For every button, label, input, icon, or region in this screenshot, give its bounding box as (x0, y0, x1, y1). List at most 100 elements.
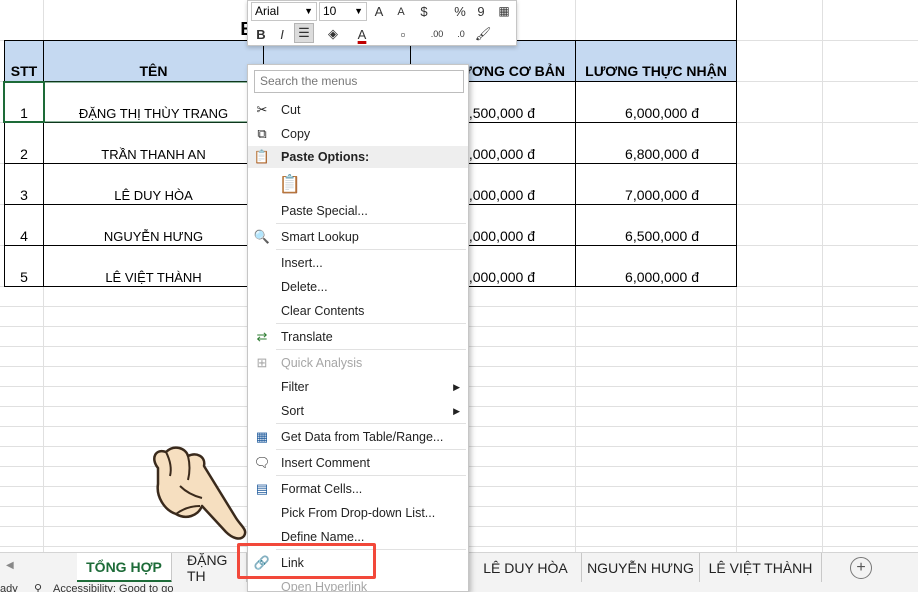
cell-luong-thuc-nhan[interactable]: 7,000,000 đ (576, 175, 736, 215)
add-sheet-button[interactable]: + (850, 557, 872, 579)
cell-ten[interactable]: NGUYỄN HƯNG (44, 216, 263, 256)
decrease-font-icon[interactable]: A (394, 4, 408, 20)
cell-luong-thuc-nhan[interactable]: 6,000,000 đ (576, 93, 736, 133)
percent-icon[interactable]: % (452, 3, 468, 19)
menu-item-translate[interactable]: ⇄ Translate (248, 325, 468, 349)
mini-toolbar: Arial ▼ 10 ▼ A A $ % 9 ▦ B I ☰ ◈ A ▫ .00… (247, 0, 517, 46)
cell-luong-thuc-nhan[interactable]: 6,000,000 đ (576, 257, 736, 297)
menu-item-label: Paste Special... (281, 204, 368, 218)
accessibility-status[interactable]: Accessibility: Good to go (53, 582, 173, 592)
menu-separator (276, 249, 466, 250)
cell-ten[interactable]: LÊ VIỆT THÀNH (44, 257, 263, 297)
format-cells-icon: ▤ (255, 481, 269, 496)
header-stt: STT (10, 63, 38, 79)
font-color-icon[interactable]: A (354, 25, 370, 43)
fill-color-icon[interactable]: ◈ (320, 25, 346, 43)
menu-item-smart-lookup[interactable]: 🔍 Smart Lookup (248, 225, 468, 249)
chevron-down-icon: ▼ (354, 6, 363, 16)
align-center-button[interactable]: ☰ (294, 23, 314, 43)
menu-item-label: Insert... (281, 256, 323, 270)
tab-le-duy-hoa[interactable]: LÊ DUY HÒA (470, 553, 582, 583)
tab-le-viet-thanh[interactable]: LÊ VIỆT THÀNH (700, 553, 822, 583)
pointing-hand-icon (153, 446, 247, 540)
menu-item-get-data[interactable]: ▦ Get Data from Table/Range... (248, 425, 468, 449)
bold-button[interactable]: B (253, 25, 269, 43)
cell-luong-thuc-nhan[interactable]: 6,800,000 đ (576, 134, 736, 174)
menu-separator (276, 423, 466, 424)
menu-item-label: Quick Analysis (281, 356, 363, 370)
menu-separator (276, 449, 466, 450)
tab-nguyen-hung[interactable]: NGUYỄN HƯNG (582, 553, 700, 583)
cell-ten[interactable]: ĐẶNG THỊ THÙY TRANG (44, 93, 263, 133)
tab-dang-thi[interactable]: ĐẶNG TH (172, 552, 247, 584)
menu-item-clear-contents[interactable]: Clear Contents (248, 299, 468, 323)
cell-stt[interactable]: 1 (4, 93, 44, 133)
menu-item-delete[interactable]: Delete... (248, 275, 468, 299)
italic-button[interactable]: I (274, 25, 290, 43)
menu-item-quick-analysis: ⊞ Quick Analysis (248, 351, 468, 375)
menu-item-sort[interactable]: Sort ▶ (248, 399, 468, 423)
menu-item-cut[interactable]: ✂ Cut (248, 98, 468, 122)
search-menus-input[interactable]: Search the menus (254, 70, 464, 93)
cell-stt[interactable]: 3 (4, 175, 44, 215)
cell-stt[interactable]: 4 (4, 216, 44, 256)
font-name-value: Arial (255, 4, 280, 18)
menu-item-label: Open Hyperlink (281, 580, 368, 592)
cell-ten[interactable]: TRẦN THANH AN (44, 134, 263, 174)
menu-item-format-cells[interactable]: ▤ Format Cells... (248, 477, 468, 501)
cell-stt[interactable]: 2 (4, 134, 44, 174)
format-table-icon[interactable]: ▦ (496, 3, 512, 19)
menu-item-label: Pick From Drop-down List... (281, 506, 436, 520)
menu-item-label: Define Name... (281, 530, 365, 544)
menu-item-copy[interactable]: ⧉ Copy (248, 122, 468, 146)
font-name-box[interactable]: Arial ▼ (251, 2, 317, 21)
font-size-box[interactable]: 10 ▼ (319, 2, 367, 21)
cell-stt[interactable]: 5 (4, 257, 44, 297)
decrease-decimal-icon[interactable]: .0 (452, 25, 470, 43)
menu-item-label: Translate (281, 330, 333, 344)
chevron-right-icon: ▶ (453, 405, 460, 416)
menu-separator (276, 323, 466, 324)
accessibility-icon: ⚲ (34, 583, 43, 592)
chevron-down-icon: ▼ (304, 6, 313, 16)
link-highlight-box (237, 543, 376, 579)
comment-icon: 🗨 (253, 455, 271, 470)
context-menu: Search the menus ✂ Cut ⧉ Copy 📋 Paste Optio… (247, 64, 469, 592)
status-ready: ady (0, 583, 18, 592)
header-luong-thuc-nhan: LƯƠNG THỰC NHẬN (585, 63, 727, 79)
menu-item-filter[interactable]: Filter ▶ (248, 375, 468, 399)
table-icon: ▦ (255, 429, 269, 444)
header-ten: TÊN (139, 63, 168, 79)
menu-item-label: Get Data from Table/Range... (281, 430, 444, 444)
borders-icon[interactable]: ▫ (394, 25, 412, 43)
search-icon: 🔍 (253, 229, 271, 244)
menu-item-label: Paste Options: (281, 150, 370, 164)
cell-luong-thuc-nhan[interactable]: 6,500,000 đ (576, 216, 736, 256)
menu-item-label: Delete... (281, 280, 328, 294)
menu-item-label: Cut (281, 103, 301, 117)
menu-item-insert[interactable]: Insert... (248, 251, 468, 275)
increase-font-icon[interactable]: A (372, 3, 386, 19)
menu-item-insert-comment[interactable]: 🗨 Insert Comment (248, 451, 468, 475)
menu-item-label: Clear Contents (281, 304, 365, 318)
scroll-left-icon[interactable]: ◀ (6, 560, 14, 571)
paste-button[interactable]: 📋 (279, 171, 301, 197)
menu-item-label: Insert Comment (281, 456, 370, 470)
cell-ten[interactable]: LÊ DUY HÒA (44, 175, 263, 215)
currency-icon[interactable]: $ (417, 3, 431, 19)
menu-item-paste-special[interactable]: Paste Special... (248, 199, 468, 223)
font-size-value: 10 (323, 4, 337, 18)
menu-item-label: Copy (281, 127, 311, 141)
quick-analysis-icon: ⊞ (256, 355, 268, 370)
tab-tong-hop[interactable]: TỔNG HỢP (77, 553, 172, 583)
menu-item-pick-from-list[interactable]: Pick From Drop-down List... (248, 501, 468, 525)
scissors-icon: ✂ (256, 102, 268, 117)
menu-item-label: Format Cells... (281, 482, 363, 496)
comma-style-icon[interactable]: 9 (475, 3, 487, 19)
format-painter-icon[interactable]: 🖌 (474, 25, 492, 43)
clipboard-icon: 📋 (253, 149, 271, 164)
increase-decimal-icon[interactable]: .00 (428, 25, 446, 43)
menu-item-label: Smart Lookup (281, 230, 359, 244)
menu-paste-options-header: 📋 Paste Options: (248, 146, 468, 168)
menu-item-label: Filter (281, 380, 309, 394)
